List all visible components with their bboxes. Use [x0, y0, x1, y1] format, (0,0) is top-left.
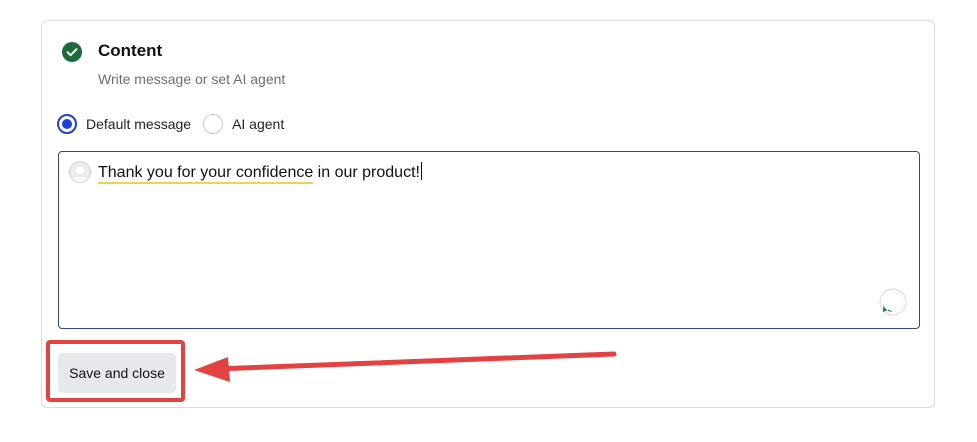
text-cursor	[420, 162, 422, 180]
radio-option-default-message[interactable]: Default message	[57, 114, 191, 134]
radio-button-ai-agent[interactable]	[203, 114, 224, 134]
section-title: Content	[98, 41, 163, 60]
radio-label-default-message: Default message	[86, 116, 192, 132]
message-textarea[interactable]: Thank you for your confidence in our pro…	[58, 151, 920, 329]
message-text-rest: in our product!	[313, 164, 420, 181]
arrow-left-icon	[194, 351, 617, 382]
save-and-close-button[interactable]: Save and close	[58, 353, 176, 393]
check-circle-icon	[62, 42, 82, 62]
radio-label-ai-agent: AI agent	[232, 116, 285, 132]
user-avatar-icon	[69, 161, 91, 183]
spellcheck-highlight: Thank you for your confidence	[98, 164, 314, 184]
message-type-radio-group: Default message AI agent	[57, 112, 296, 136]
message-text: Thank you for your confidence in our pro…	[98, 162, 422, 184]
section-subtitle: Write message or set AI agent	[98, 71, 286, 87]
page: Content Write message or set AI agent De…	[0, 0, 977, 442]
radio-option-ai-agent[interactable]: AI agent	[203, 114, 284, 134]
radio-button-default-message[interactable]	[57, 114, 77, 134]
chat-assistant-icon[interactable]	[879, 288, 907, 316]
